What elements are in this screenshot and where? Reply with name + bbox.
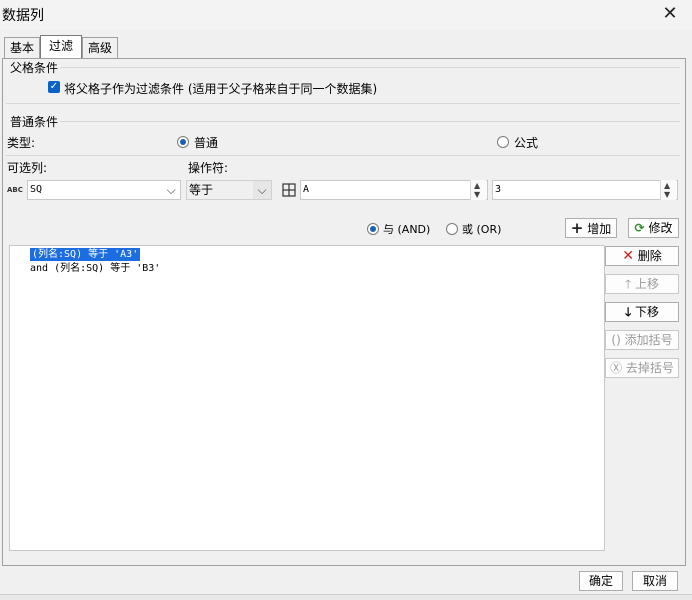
tab-basic[interactable]: 基本 — [4, 37, 40, 59]
down-arrow-icon: 🡓 — [624, 305, 632, 319]
delete-icon: ✕ — [622, 248, 634, 264]
condition-list[interactable]: (列名:SQ) 等于 'A3' and (列名:SQ) 等于 'B3' — [9, 245, 605, 551]
logic-or-radio[interactable] — [446, 223, 458, 235]
type-normal-label[interactable]: 普通 — [194, 134, 218, 151]
remove-bracket-button[interactable]: Ⓧ 去掉括号 — [605, 358, 679, 378]
value-b-input[interactable]: 3 — [492, 180, 678, 200]
chevron-down-icon[interactable]: ⌵ — [162, 181, 180, 199]
up-arrow-icon: 🡑 — [624, 277, 632, 291]
group-divider — [60, 67, 680, 68]
bottom-strip — [0, 594, 692, 600]
title-bar: 数据列 ✕ — [0, 0, 692, 30]
edit-icon: ⟳ — [634, 221, 645, 235]
add-bracket-button-label: 添加括号 — [624, 333, 673, 347]
type-formula-radio[interactable] — [497, 136, 509, 148]
column-select[interactable]: SQ — [27, 180, 181, 200]
value-a-input[interactable]: A — [300, 180, 488, 200]
logic-and-radio[interactable] — [367, 223, 379, 235]
row-divider — [6, 155, 680, 156]
move-down-button-label: 下移 — [635, 305, 660, 319]
parent-group-title: 父格条件 — [10, 61, 59, 75]
close-icon[interactable]: ✕ — [660, 4, 680, 24]
list-item[interactable]: and (列名:SQ) 等于 'B3' — [30, 262, 160, 275]
logic-or-label[interactable]: 或 (OR) — [462, 221, 501, 237]
modify-button[interactable]: ⟳ 修改 — [628, 218, 679, 238]
parent-condition-checkbox[interactable]: ✓ — [48, 81, 60, 93]
ok-button[interactable]: 确定 — [579, 571, 623, 591]
normal-group-title: 普通条件 — [10, 115, 59, 129]
window-title: 数据列 — [2, 8, 44, 24]
modify-button-label: 修改 — [648, 221, 673, 235]
operator-label: 操作符: — [188, 161, 229, 175]
column-type-icon: ABC — [7, 186, 23, 194]
plus-icon: + — [570, 219, 584, 237]
column-label: 可选列: — [7, 161, 48, 175]
operator-select-value: 等于 — [189, 183, 214, 197]
delete-button-label: 删除 — [637, 249, 662, 263]
cancel-button[interactable]: 取消 — [632, 571, 678, 591]
tab-advanced[interactable]: 高级 — [82, 37, 118, 59]
type-label: 类型: — [7, 136, 36, 150]
value-b-spinner[interactable]: ▲ ▼ — [660, 180, 676, 200]
value-b-text: 3 — [495, 184, 502, 195]
column-select-value: SQ — [30, 184, 43, 195]
move-down-button[interactable]: 🡓 下移 — [605, 302, 679, 322]
tab-filter[interactable]: 过滤 — [40, 35, 82, 59]
list-item[interactable]: (列名:SQ) 等于 'A3' — [30, 248, 141, 261]
value-a-spinner[interactable]: ▲ ▼ — [470, 180, 486, 200]
group-divider — [6, 103, 680, 104]
delete-button[interactable]: ✕ 删除 — [605, 246, 679, 266]
add-bracket-icon: () — [611, 333, 621, 347]
chevron-down-icon[interactable]: ⌵ — [253, 181, 271, 199]
add-bracket-button[interactable]: () 添加括号 — [605, 330, 679, 350]
move-up-button-label: 上移 — [635, 277, 660, 291]
parent-condition-label: 将父格子作为过滤条件 (适用于父子格来自于同一个数据集) — [64, 82, 378, 96]
cell-select-icon[interactable] — [280, 180, 298, 200]
type-normal-radio[interactable] — [177, 136, 189, 148]
type-formula-label[interactable]: 公式 — [514, 134, 538, 151]
value-a-text: A — [303, 184, 310, 195]
move-up-button[interactable]: 🡑 上移 — [605, 274, 679, 294]
remove-bracket-button-label: 去掉括号 — [625, 361, 674, 375]
add-button[interactable]: + 增加 — [565, 218, 617, 238]
remove-bracket-icon: Ⓧ — [610, 361, 623, 375]
logic-and-label[interactable]: 与 (AND) — [383, 221, 430, 237]
add-button-label: 增加 — [587, 222, 612, 236]
group-divider — [60, 121, 680, 122]
